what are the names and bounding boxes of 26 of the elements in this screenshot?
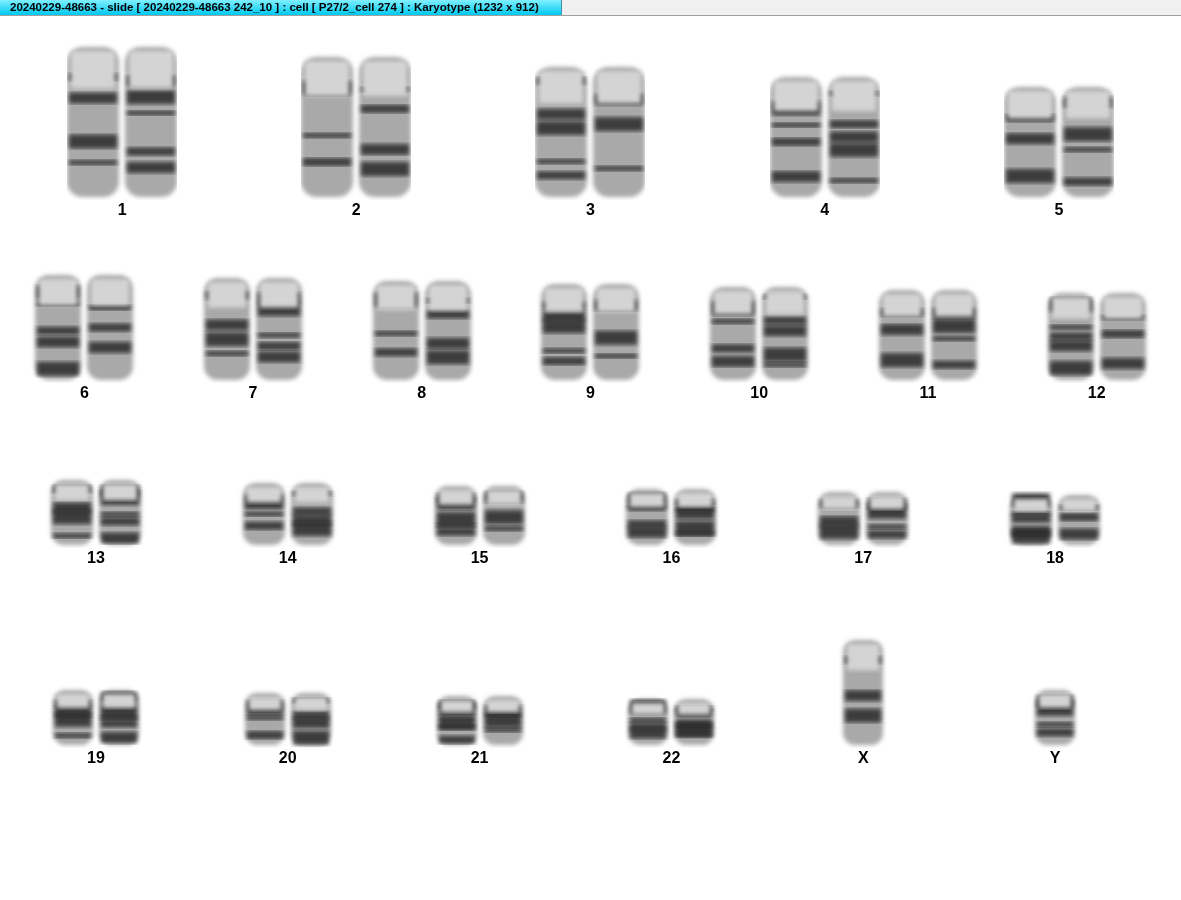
chromosome-label: 19 — [87, 748, 105, 768]
chromosome-label: 1 — [117, 200, 127, 220]
chromosome-label: 13 — [87, 548, 105, 568]
chromosome-label: Y — [1049, 748, 1061, 768]
chromosome-label: 4 — [820, 200, 830, 220]
chromosome-label: 15 — [470, 548, 489, 568]
chromosome-label: 6 — [79, 383, 89, 403]
chromosome-label: 7 — [248, 383, 258, 403]
chromosome-label: 17 — [854, 548, 873, 568]
chromosome-label: 8 — [417, 383, 427, 403]
window-title: 20240229-48663 - slide [ 20240229-48663 242_10 ] : cell [ P27/2_cell 274 ] : Karyotype (1232 x 912) — [0, 0, 562, 15]
chromosome-label: 18 — [1046, 548, 1064, 568]
chromosome-label: 11 — [919, 383, 937, 403]
chromosome-label: 20 — [278, 748, 297, 768]
chromosome-label: 21 — [470, 748, 489, 768]
chromosome-label: 9 — [586, 383, 595, 403]
chromosome-label: 2 — [351, 200, 361, 220]
chromosome-label: 16 — [662, 548, 681, 568]
chromosome-drawing — [1035, 690, 1076, 745]
chromosome-label: X — [857, 748, 869, 768]
chromosome-label: 22 — [662, 748, 681, 768]
chromosome-label: 5 — [1054, 200, 1064, 220]
chromosome-label: 14 — [278, 548, 297, 568]
chromosome-label: 10 — [750, 383, 769, 403]
chromosome-label: 12 — [1087, 383, 1106, 403]
chromosome-label: 3 — [586, 200, 595, 220]
